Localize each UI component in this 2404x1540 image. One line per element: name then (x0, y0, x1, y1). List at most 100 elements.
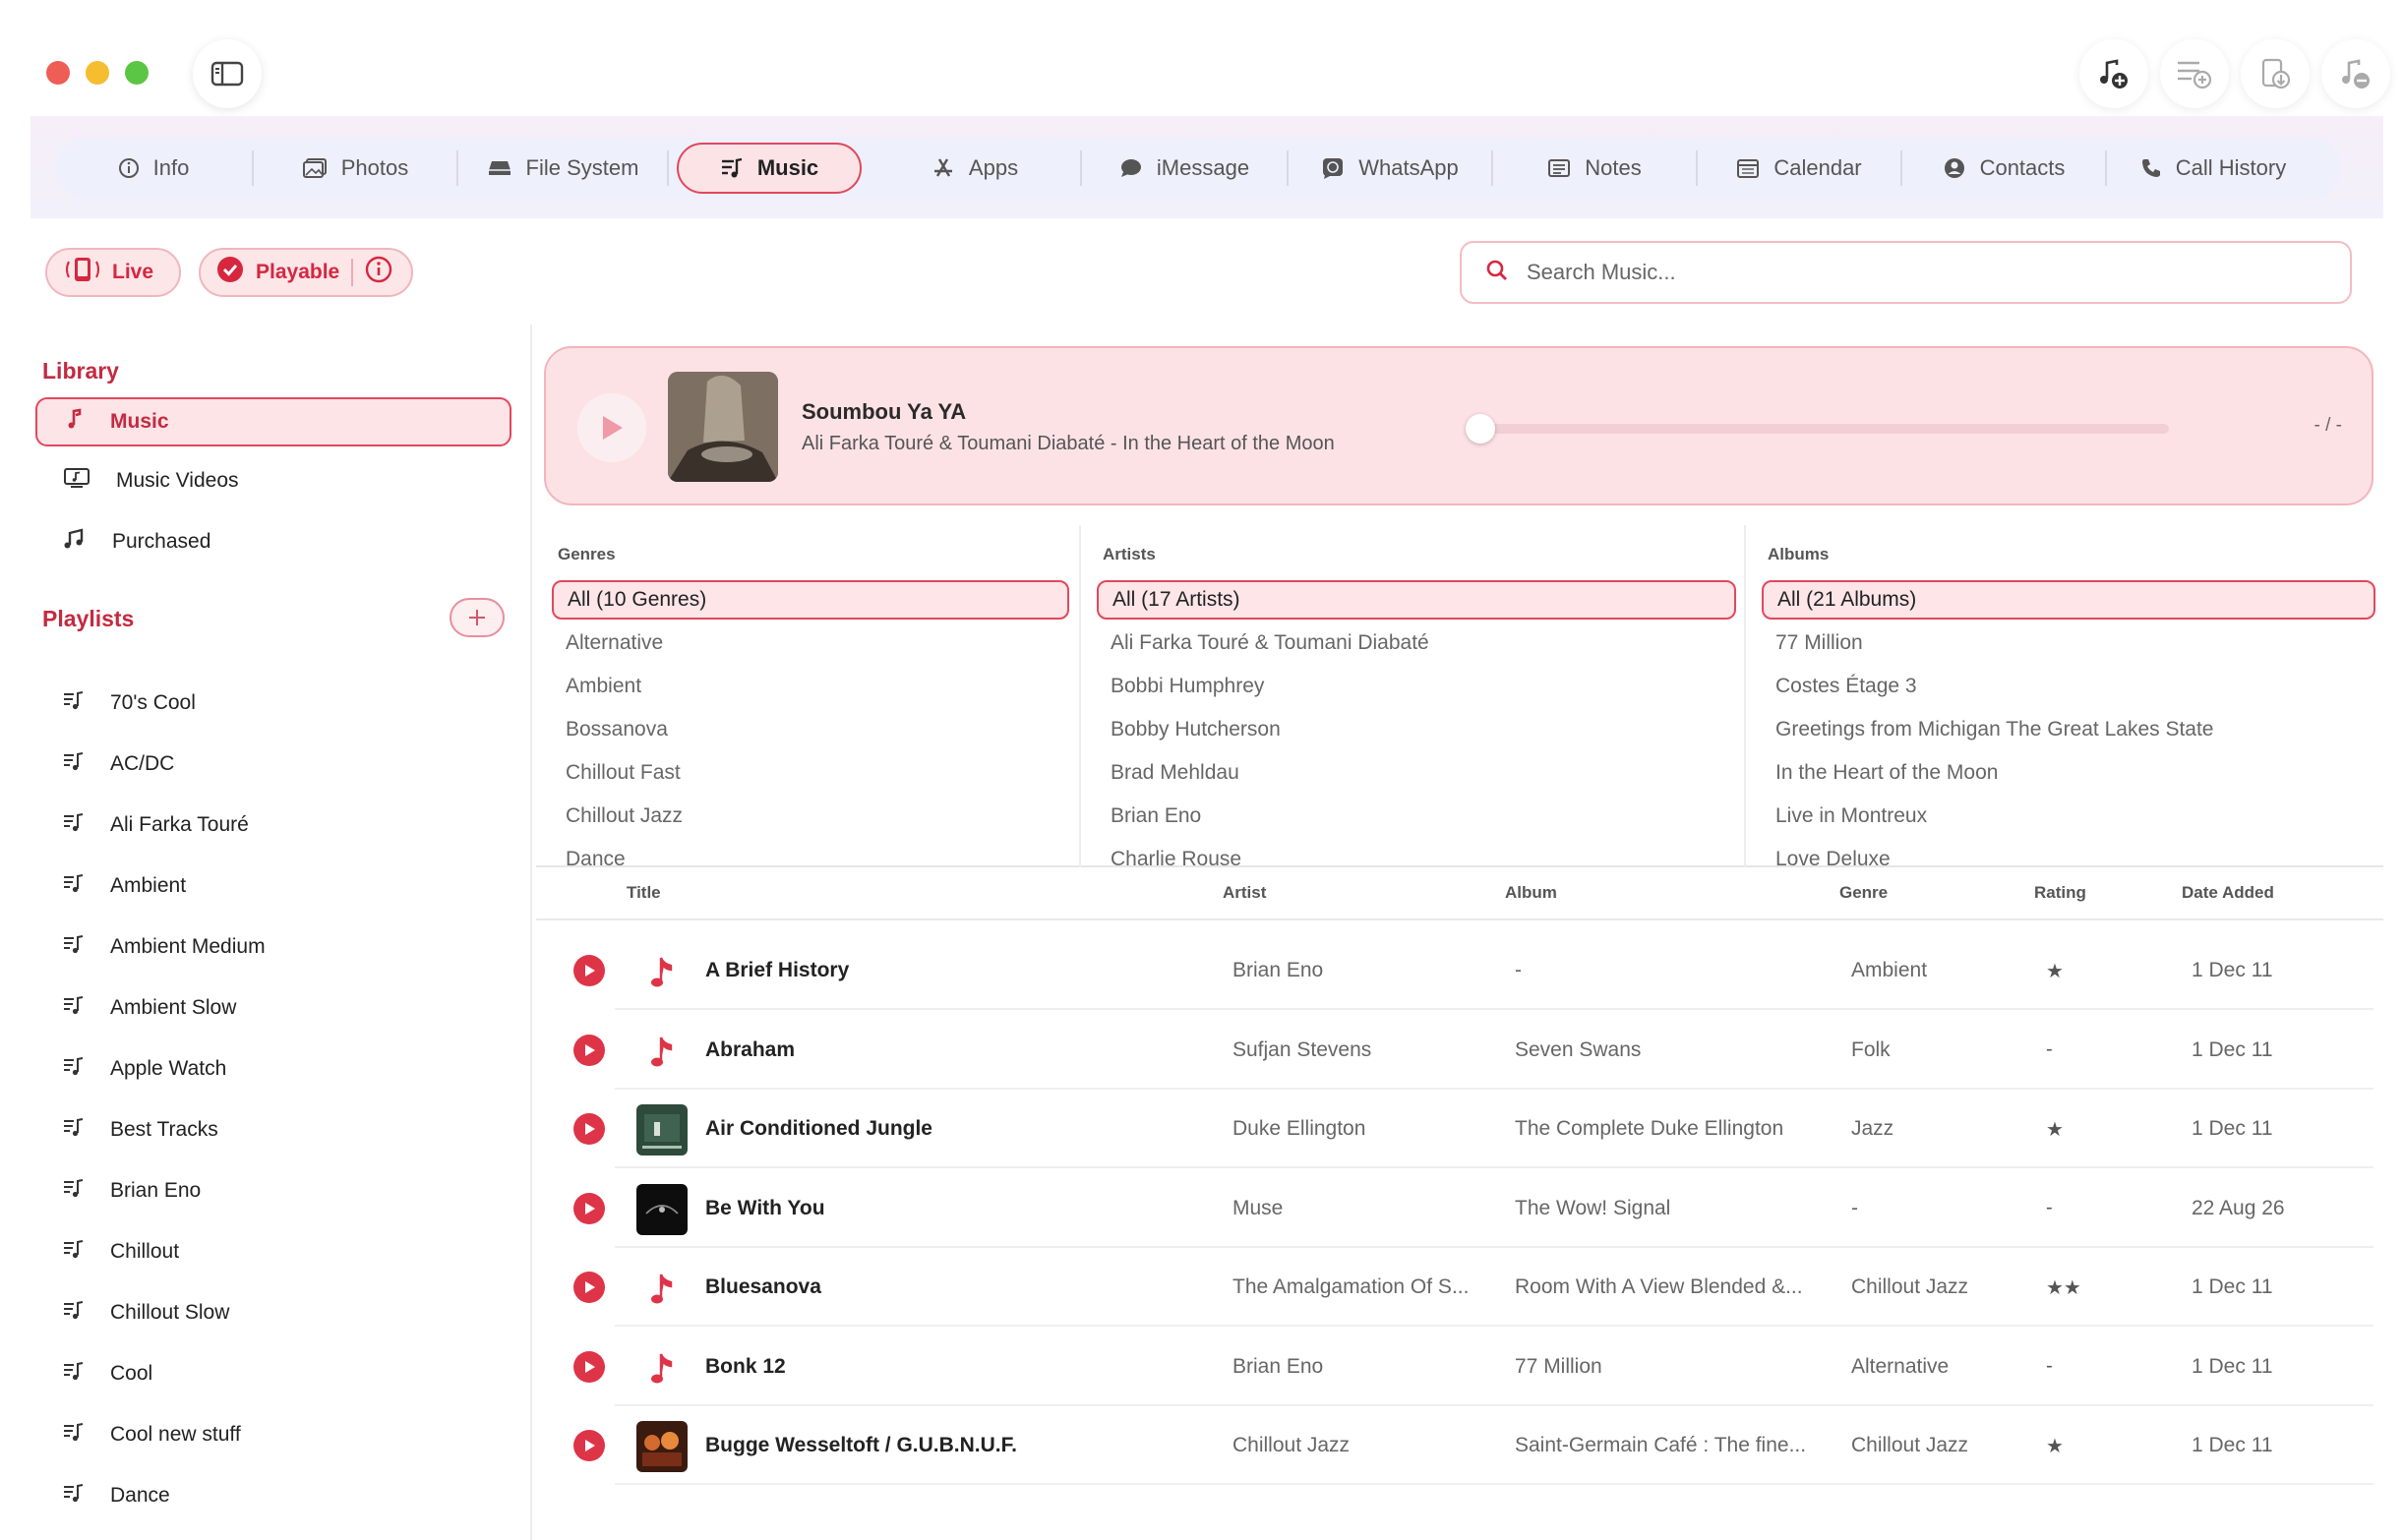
track-rating[interactable]: - (2046, 1038, 2053, 1061)
progress-slider[interactable] (1466, 414, 2169, 444)
table-header: Title Artist Album Genre Rating Date Add… (536, 867, 2383, 920)
track-rating[interactable]: ★ (2046, 1117, 2064, 1142)
albums-list-item[interactable]: Costes Étage 3 (1762, 667, 1917, 706)
tab-call-history[interactable]: Call History (2107, 143, 2319, 194)
genres-list-item[interactable]: All (10 Genres) (552, 580, 1069, 620)
albums-list-item[interactable]: Greetings from Michigan The Great Lakes … (1762, 710, 2214, 749)
column-header-rating[interactable]: Rating (2034, 883, 2086, 903)
tab-label: Music (756, 155, 819, 180)
add-music-button[interactable] (2079, 39, 2148, 108)
sidebar-toggle-button[interactable] (193, 39, 262, 108)
close-window-button[interactable] (46, 61, 70, 85)
track-rating[interactable]: - (2046, 1355, 2053, 1378)
progress-knob[interactable] (1466, 414, 1495, 444)
column-header-genre[interactable]: Genre (1839, 883, 1888, 903)
sidebar-item-purchased[interactable]: Purchased (35, 517, 511, 566)
tab-file-system[interactable]: File System (458, 143, 667, 194)
row-play-button[interactable] (573, 1430, 605, 1461)
track-album: - (1515, 959, 1522, 981)
table-row[interactable]: Abraham Sufjan Stevens Seven Swans Folk - 1 D… (536, 1011, 2383, 1090)
tab-whatsapp[interactable]: WhatsApp (1289, 143, 1491, 194)
add-to-playlist-button[interactable] (2160, 39, 2229, 108)
tab-apps[interactable]: Apps (870, 143, 1080, 194)
row-play-button[interactable] (573, 1034, 605, 1066)
track-rating[interactable]: ★ (2046, 959, 2064, 983)
genres-list-item[interactable]: Alternative (552, 623, 663, 663)
albums-list-item[interactable]: Love Deluxe (1762, 840, 1891, 867)
genres-list-item[interactable]: Ambient (552, 667, 641, 706)
tab-calendar[interactable]: Calendar (1698, 143, 1900, 194)
table-row[interactable]: A Brief History Brian Eno - Ambient ★ 1 Dec 1… (536, 931, 2383, 1010)
table-row[interactable]: Bluesanova The Amalgamation Of S... Room W… (536, 1248, 2383, 1327)
tab-contacts[interactable]: Contacts (1902, 143, 2105, 194)
genres-list-item[interactable]: Chillout Jazz (552, 797, 683, 836)
zoom-window-button[interactable] (125, 61, 149, 85)
row-play-button[interactable] (573, 955, 605, 986)
sidebar-item-music[interactable]: Music (35, 397, 511, 446)
info-icon[interactable] (365, 256, 392, 289)
add-playlist-button[interactable] (450, 598, 505, 637)
sidebar-playlist-item[interactable]: Brian Eno (35, 1166, 511, 1215)
artists-list-item[interactable]: Bobby Hutcherson (1097, 710, 1281, 749)
tab-bar: Info Photos File System Music Apps iMess… (55, 138, 2341, 199)
sidebar-playlist-item[interactable]: Ali Farka Touré (35, 800, 511, 850)
artists-list-item[interactable]: Ali Farka Touré & Toumani Diabaté (1097, 623, 1429, 663)
search-field[interactable] (1460, 241, 2352, 304)
sidebar-playlist-item[interactable]: Ambient Medium (35, 922, 511, 972)
track-rating[interactable]: ★★ (2046, 1275, 2081, 1300)
play-button[interactable] (577, 393, 646, 462)
table-row[interactable]: Air Conditioned Jungle Duke Ellington The … (536, 1090, 2383, 1168)
sidebar-playlist-item[interactable]: Cool new stuff (35, 1410, 511, 1459)
artists-list-item[interactable]: Brad Mehldau (1097, 753, 1239, 793)
sidebar-playlist-item[interactable]: Ambient (35, 861, 511, 911)
column-browser: Genres All (10 Genres) Alternative Ambient… (536, 525, 2383, 867)
albums-list-item[interactable]: 77 Million (1762, 623, 1863, 663)
row-play-button[interactable] (573, 1192, 605, 1224)
albums-list-item[interactable]: In the Heart of the Moon (1762, 753, 1998, 793)
export-to-device-button[interactable] (2241, 39, 2310, 108)
tab-imessage[interactable]: iMessage (1082, 143, 1287, 194)
artists-list-item[interactable]: Brian Eno (1097, 797, 1201, 836)
genres-list-item[interactable]: Chillout Fast (552, 753, 681, 793)
search-input[interactable] (1527, 260, 2333, 285)
sidebar-playlist-item[interactable]: Cool (35, 1349, 511, 1398)
row-play-button[interactable] (573, 1350, 605, 1383)
minimize-window-button[interactable] (86, 61, 109, 85)
table-row[interactable]: Bonk 12 Brian Eno 77 Million Alternative - 1 … (536, 1328, 2383, 1406)
artists-list-item[interactable]: Bobbi Humphrey (1097, 667, 1264, 706)
live-badge[interactable]: Live (45, 248, 181, 297)
genres-list-item[interactable]: Dance (552, 840, 626, 867)
sidebar-playlist-item[interactable]: Apple Watch (35, 1044, 511, 1094)
genres-list-item[interactable]: Bossanova (552, 710, 668, 749)
column-header-album[interactable]: Album (1505, 883, 1557, 903)
remove-music-button[interactable] (2321, 39, 2390, 108)
column-header-date-added[interactable]: Date Added (2182, 883, 2274, 903)
track-rating[interactable]: ★ (2046, 1434, 2064, 1458)
playlist-icon (63, 1239, 85, 1265)
playable-badge[interactable]: Playable (199, 248, 413, 297)
tab-info[interactable]: Info (55, 143, 252, 194)
playlist-label: 70's Cool (110, 691, 196, 714)
albums-list-item[interactable]: Live in Montreux (1762, 797, 1927, 836)
sidebar-item-music-videos[interactable]: Music Videos (35, 456, 511, 505)
sidebar-playlist-item[interactable]: Ambient Slow (35, 983, 511, 1033)
sidebar-playlist-item[interactable]: Best Tracks (35, 1105, 511, 1155)
column-header-artist[interactable]: Artist (1223, 883, 1266, 903)
table-row[interactable]: Bugge Wesseltoft / G.U.B.N.U.F. Chillout … (536, 1406, 2383, 1485)
sidebar-playlist-item[interactable]: Dance (35, 1471, 511, 1520)
sidebar-playlist-item[interactable]: AC/DC (35, 740, 511, 789)
albums-list-item[interactable]: All (21 Albums) (1762, 580, 2375, 620)
sidebar-playlist-item[interactable]: 70's Cool (35, 679, 511, 728)
tab-music[interactable]: Music (677, 143, 862, 194)
sidebar-playlist-item[interactable]: Chillout Slow (35, 1288, 511, 1337)
artists-list-item[interactable]: All (17 Artists) (1097, 580, 1736, 620)
artists-list-item[interactable]: Charlie Rouse (1097, 840, 1241, 867)
row-play-button[interactable] (573, 1272, 605, 1303)
column-header-title[interactable]: Title (627, 883, 661, 903)
row-play-button[interactable] (573, 1113, 605, 1145)
sidebar-playlist-item[interactable]: Chillout (35, 1227, 511, 1276)
table-row[interactable]: Be With You Muse The Wow! Signal - - 22 Aug 2… (536, 1169, 2383, 1248)
tab-notes[interactable]: Notes (1493, 143, 1696, 194)
track-rating[interactable]: - (2046, 1197, 2053, 1219)
tab-photos[interactable]: Photos (254, 143, 456, 194)
